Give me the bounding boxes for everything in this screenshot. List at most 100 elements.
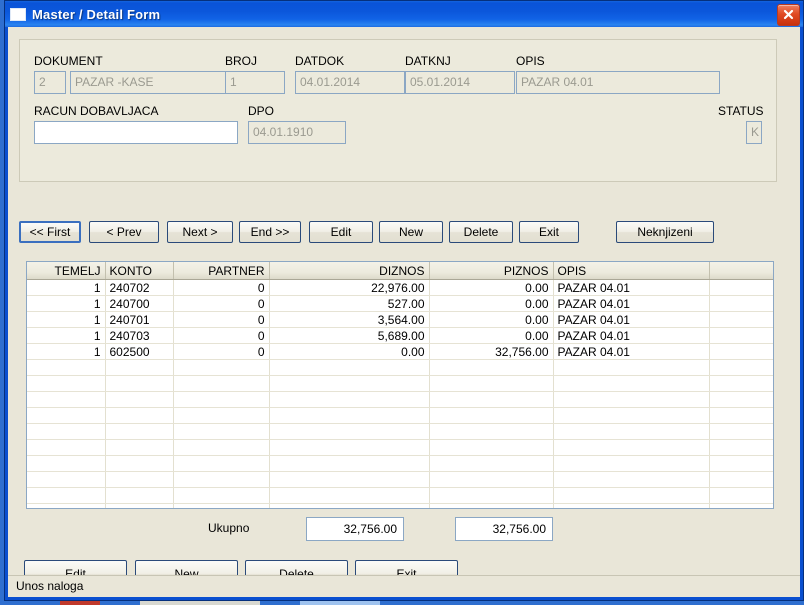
table-cell-empty bbox=[173, 407, 270, 424]
first-button[interactable]: << First bbox=[19, 221, 81, 243]
table-row-empty[interactable] bbox=[27, 439, 773, 456]
close-icon[interactable] bbox=[777, 4, 800, 26]
field-racun-dobavljaca: RACUN DOBAVLJACA bbox=[34, 104, 238, 144]
table-row-empty[interactable] bbox=[27, 391, 773, 408]
table-row[interactable]: 1 240703 0 5,689.00 0.00 PAZAR 04.01 bbox=[27, 327, 773, 344]
field-datknj: DATKNJ 05.01.2014 bbox=[405, 54, 515, 94]
field-dpo: DPO 04.01.1910 bbox=[248, 104, 346, 144]
next-button[interactable]: Next > bbox=[167, 221, 233, 243]
table-row[interactable]: 1 240702 0 22,976.00 0.00 PAZAR 04.01 bbox=[27, 279, 773, 296]
input-status[interactable]: K bbox=[746, 121, 762, 144]
table-row-empty[interactable] bbox=[27, 375, 773, 392]
table-row-empty[interactable] bbox=[27, 503, 773, 508]
table-cell-empty bbox=[553, 359, 710, 376]
field-opis: OPIS PAZAR 04.01 bbox=[516, 54, 720, 94]
input-opis[interactable]: PAZAR 04.01 bbox=[516, 71, 720, 94]
detail-grid[interactable]: TEMELJ KONTO PARTNER DIZNOS PIZNOS OPIS 1 2407… bbox=[26, 261, 774, 509]
table-cell-empty bbox=[553, 503, 710, 508]
table-row[interactable]: 1 240701 0 3,564.00 0.00 PAZAR 04.01 bbox=[27, 311, 773, 328]
table-cell-empty bbox=[709, 439, 773, 456]
table-cell-empty bbox=[553, 471, 710, 488]
table-cell-empty bbox=[105, 375, 174, 392]
field-datdok: DATDOK 04.01.2014 bbox=[295, 54, 405, 94]
grid-column-header[interactable]: KONTO bbox=[105, 262, 174, 280]
table-cell-empty bbox=[269, 375, 430, 392]
input-dokument-code[interactable]: 2 bbox=[34, 71, 66, 94]
table-cell-empty bbox=[105, 423, 174, 440]
grid-column-header[interactable]: TEMELJ bbox=[27, 262, 106, 280]
label-status: STATUS bbox=[718, 104, 764, 118]
table-cell-empty bbox=[27, 503, 106, 508]
new-button-top[interactable]: New bbox=[379, 221, 443, 243]
input-dpo[interactable]: 04.01.1910 bbox=[248, 121, 346, 144]
grid-column-header[interactable]: DIZNOS bbox=[269, 262, 430, 280]
table-cell: 0 bbox=[173, 311, 270, 328]
table-cell bbox=[709, 311, 773, 328]
table-row-empty[interactable] bbox=[27, 359, 773, 376]
table-cell-empty bbox=[429, 359, 554, 376]
table-cell: 1 bbox=[27, 343, 106, 360]
table-cell-empty bbox=[269, 455, 430, 472]
table-cell-empty bbox=[173, 375, 270, 392]
table-cell: 32,756.00 bbox=[429, 343, 554, 360]
table-cell: 0.00 bbox=[429, 311, 554, 328]
grid-body: 1 240702 0 22,976.00 0.00 PAZAR 04.01 1 240700 0… bbox=[27, 279, 773, 508]
table-cell-empty bbox=[709, 391, 773, 408]
neknjizeni-button[interactable]: Neknjizeni bbox=[616, 221, 714, 243]
table-cell-empty bbox=[105, 407, 174, 424]
table-cell-empty bbox=[105, 439, 174, 456]
table-cell: 0 bbox=[173, 343, 270, 360]
navigation-button-row: << First < Prev Next > End >> Edit New D… bbox=[19, 221, 779, 245]
table-cell-empty bbox=[105, 487, 174, 504]
prev-button[interactable]: < Prev bbox=[89, 221, 159, 243]
grid-column-header[interactable] bbox=[709, 262, 773, 280]
table-cell-empty bbox=[429, 439, 554, 456]
table-cell: 240703 bbox=[105, 327, 174, 344]
table-row-empty[interactable] bbox=[27, 471, 773, 488]
table-cell-empty bbox=[173, 391, 270, 408]
table-cell bbox=[709, 327, 773, 344]
exit-button-top[interactable]: Exit bbox=[519, 221, 579, 243]
table-cell: 0 bbox=[173, 279, 270, 296]
window-titlebar[interactable]: Master / Detail Form bbox=[5, 1, 803, 27]
table-row-empty[interactable] bbox=[27, 423, 773, 440]
table-cell-empty bbox=[553, 487, 710, 504]
delete-button-top[interactable]: Delete bbox=[449, 221, 513, 243]
total-credit: 32,756.00 bbox=[455, 517, 553, 541]
input-racun-dobavljaca[interactable] bbox=[34, 121, 238, 144]
grid-header-row: TEMELJ KONTO PARTNER DIZNOS PIZNOS OPIS bbox=[27, 262, 773, 280]
end-button[interactable]: End >> bbox=[239, 221, 301, 243]
table-row-empty[interactable] bbox=[27, 455, 773, 472]
table-row-empty[interactable] bbox=[27, 407, 773, 424]
input-datknj[interactable]: 05.01.2014 bbox=[405, 71, 515, 94]
grid-column-header[interactable]: PIZNOS bbox=[429, 262, 554, 280]
table-cell-empty bbox=[27, 423, 106, 440]
table-cell-empty bbox=[553, 439, 710, 456]
edit-button-top[interactable]: Edit bbox=[309, 221, 373, 243]
input-datdok[interactable]: 04.01.2014 bbox=[295, 71, 405, 94]
table-row[interactable]: 1 602500 0 0.00 32,756.00 PAZAR 04.01 bbox=[27, 343, 773, 360]
table-cell-empty bbox=[105, 503, 174, 508]
input-broj[interactable]: 1 bbox=[225, 71, 285, 94]
table-row[interactable]: 1 240700 0 527.00 0.00 PAZAR 04.01 bbox=[27, 295, 773, 312]
table-cell-empty bbox=[709, 359, 773, 376]
total-debit: 32,756.00 bbox=[306, 517, 404, 541]
table-cell-empty bbox=[709, 375, 773, 392]
table-cell: PAZAR 04.01 bbox=[553, 295, 710, 312]
table-cell: 0.00 bbox=[269, 343, 430, 360]
window-client-area: DOKUMENT 2 PAZAR -KASE BROJ 1 DATDOK 04.… bbox=[8, 27, 800, 597]
table-cell: 0.00 bbox=[429, 279, 554, 296]
table-cell: 0.00 bbox=[429, 327, 554, 344]
table-cell-empty bbox=[709, 423, 773, 440]
table-cell-empty bbox=[27, 407, 106, 424]
table-cell-empty bbox=[173, 359, 270, 376]
table-cell: 1 bbox=[27, 295, 106, 312]
table-row-empty[interactable] bbox=[27, 487, 773, 504]
grid-column-header[interactable]: OPIS bbox=[553, 262, 710, 280]
label-datdok: DATDOK bbox=[295, 54, 345, 68]
grid-column-header[interactable]: PARTNER bbox=[173, 262, 270, 280]
table-cell-empty bbox=[105, 471, 174, 488]
table-cell-empty bbox=[553, 375, 710, 392]
table-cell: 5,689.00 bbox=[269, 327, 430, 344]
field-broj: BROJ 1 bbox=[225, 54, 285, 94]
